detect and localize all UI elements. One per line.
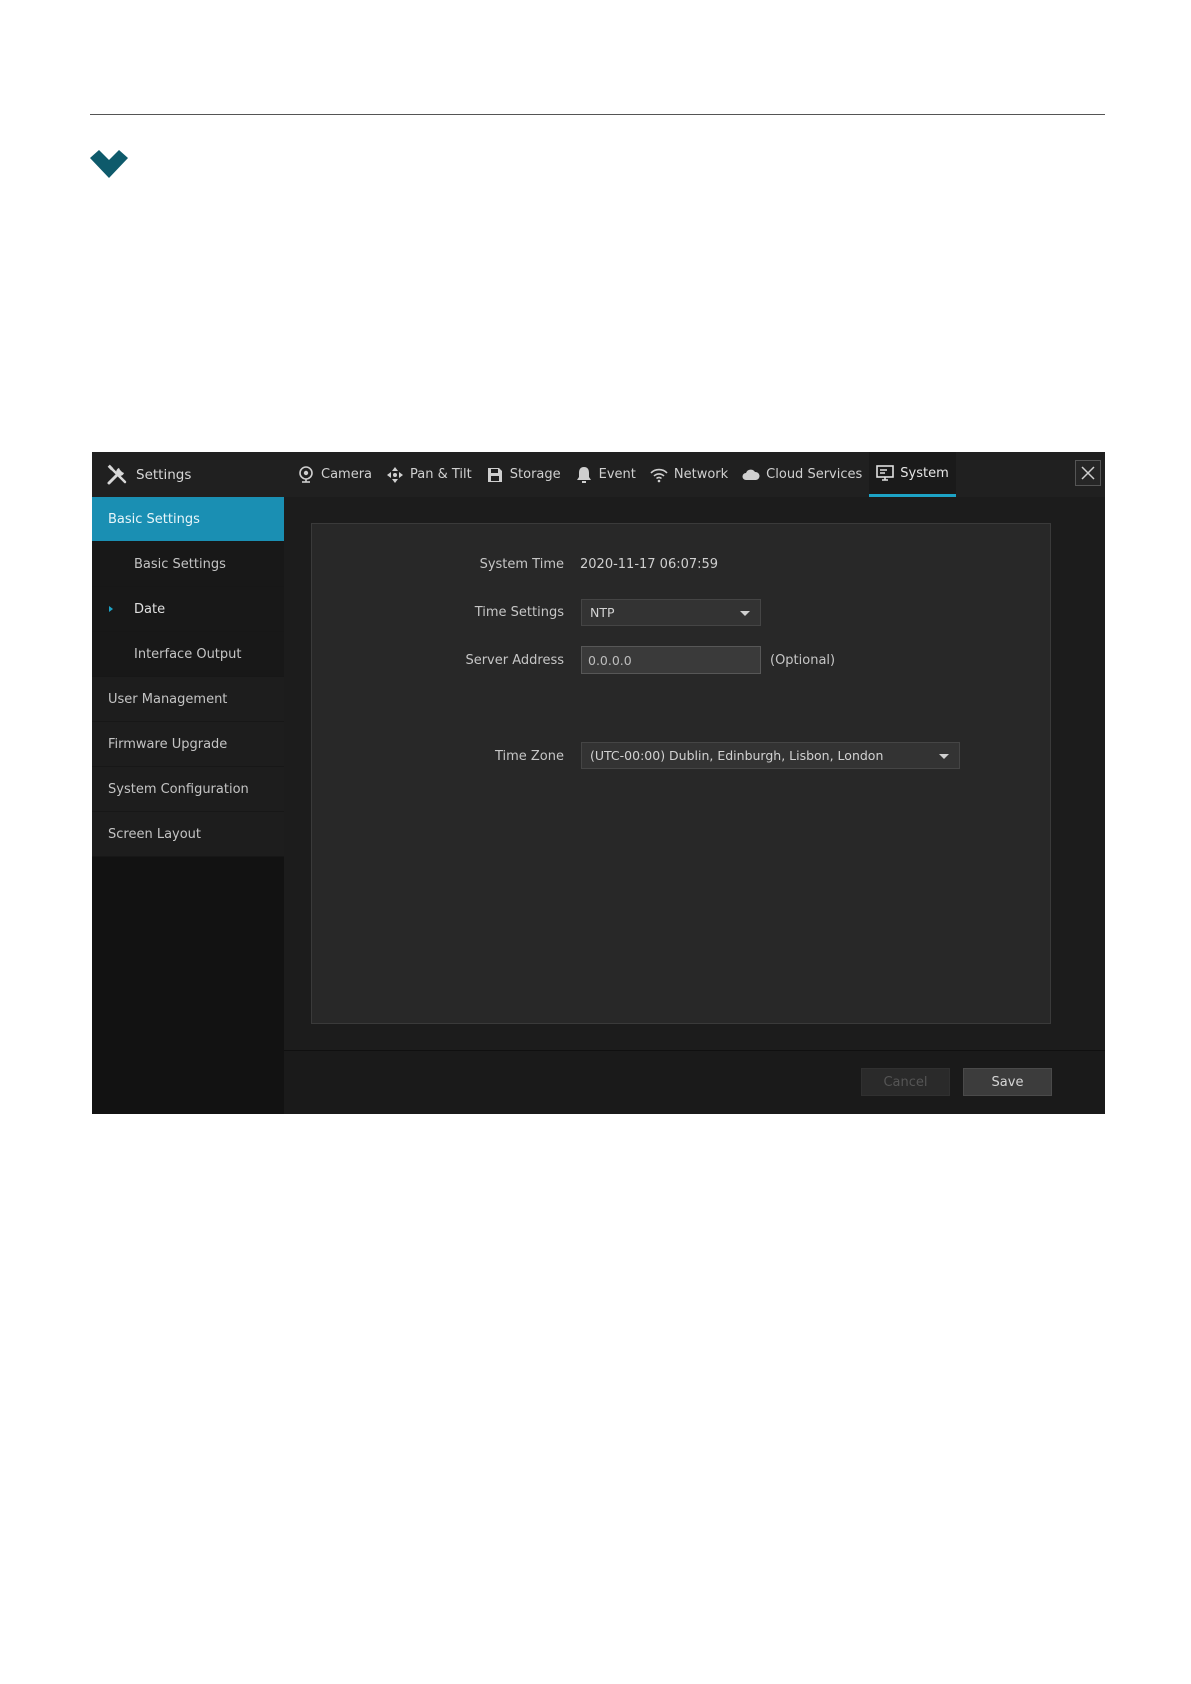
sidebar-item-label: Date	[134, 601, 166, 617]
cloud-icon	[742, 469, 760, 480]
wifi-icon	[650, 468, 668, 482]
time-zone-value: (UTC-00:00) Dublin, Edinburgh, Lisbon, L…	[590, 748, 884, 763]
settings-window: Settings Camera Pan & Tilt Storage Event…	[92, 452, 1105, 1114]
tab-storage-label: Storage	[509, 467, 561, 482]
sidebar-item-user-management[interactable]: User Management	[92, 677, 284, 722]
time-zone-select[interactable]: (UTC-00:00) Dublin, Edinburgh, Lisbon, L…	[581, 742, 960, 769]
sidebar-item-label: Screen Layout	[108, 826, 202, 842]
tab-network[interactable]: Network	[643, 452, 735, 497]
page-top-rule	[90, 114, 1105, 115]
bell-icon	[576, 466, 591, 483]
tab-network-label: Network	[673, 467, 729, 482]
settings-title: Settings	[136, 466, 192, 483]
tab-storage[interactable]: Storage	[479, 452, 568, 497]
content-area: System Time 2020-11-17 06:07:59 Time Set…	[284, 497, 1105, 1050]
time-settings-label: Time Settings	[474, 605, 564, 620]
sidebar-item-date[interactable]: Date	[92, 587, 284, 632]
sidebar-item-firmware-upgrade[interactable]: Firmware Upgrade	[92, 722, 284, 767]
sidebar-item-label: Basic Settings	[108, 511, 200, 527]
tab-camera[interactable]: Camera	[290, 452, 379, 497]
top-nav-bar: Settings Camera Pan & Tilt Storage Event…	[92, 452, 1105, 498]
storage-icon	[487, 467, 502, 482]
time-settings-value: NTP	[590, 605, 615, 620]
server-address-label: Server Address	[465, 653, 564, 668]
tab-pan-tilt[interactable]: Pan & Tilt	[379, 452, 479, 497]
monitor-icon	[876, 465, 895, 481]
caret-down-icon	[939, 754, 949, 759]
sidebar: Basic Settings Basic Settings Date Inter…	[92, 497, 284, 1114]
close-button[interactable]	[1075, 460, 1101, 486]
sidebar-item-label: Basic Settings	[134, 556, 226, 572]
caret-down-icon	[740, 611, 750, 616]
sidebar-item-system-configuration[interactable]: System Configuration	[92, 767, 284, 812]
pan-tilt-icon	[387, 466, 404, 483]
sidebar-item-label: Interface Output	[134, 646, 242, 662]
settings-brand: Settings	[106, 452, 191, 497]
sidebar-item-label: Firmware Upgrade	[108, 736, 228, 752]
tab-pan-tilt-label: Pan & Tilt	[410, 467, 472, 482]
tab-event-label: Event	[598, 467, 636, 482]
cancel-button[interactable]: Cancel	[861, 1068, 950, 1096]
tab-event[interactable]: Event	[568, 452, 643, 497]
sidebar-item-label: User Management	[108, 691, 228, 707]
tools-icon	[107, 464, 127, 484]
chevron-down-icon	[90, 150, 128, 178]
time-settings-select[interactable]: NTP	[581, 599, 761, 626]
main-tabs: Camera Pan & Tilt Storage Event Network …	[290, 452, 956, 497]
tab-cloud-services[interactable]: Cloud Services	[735, 452, 869, 497]
server-address-hint: (Optional)	[770, 653, 836, 668]
tab-cloud-services-label: Cloud Services	[766, 467, 863, 482]
caret-right-icon	[109, 606, 113, 612]
camera-icon	[299, 465, 313, 483]
date-settings-panel: System Time 2020-11-17 06:07:59 Time Set…	[311, 523, 1051, 1024]
sidebar-item-basic-settings[interactable]: Basic Settings	[92, 542, 284, 587]
server-address-input[interactable]	[581, 646, 761, 674]
save-button[interactable]: Save	[963, 1068, 1052, 1096]
tab-system-label: System	[900, 465, 949, 481]
footer-bar: Cancel Save	[284, 1050, 1105, 1114]
time-zone-label: Time Zone	[494, 749, 564, 764]
system-time-value: 2020-11-17 06:07:59	[580, 557, 719, 572]
close-icon	[1081, 466, 1095, 480]
sidebar-item-label: System Configuration	[108, 781, 249, 797]
sidebar-item-screen-layout[interactable]: Screen Layout	[92, 812, 284, 857]
tab-camera-label: Camera	[321, 467, 373, 482]
sidebar-item-interface-output[interactable]: Interface Output	[92, 632, 284, 677]
sidebar-item-basic-settings-group[interactable]: Basic Settings	[92, 497, 284, 542]
system-time-label: System Time	[479, 557, 564, 572]
tab-system[interactable]: System	[869, 452, 956, 497]
